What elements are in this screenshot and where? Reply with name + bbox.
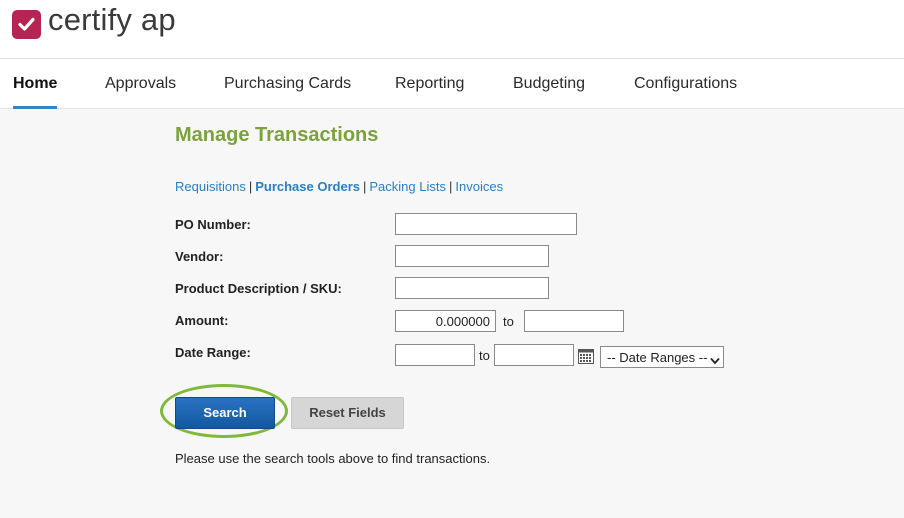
separator: | bbox=[248, 179, 253, 194]
amount-label: Amount: bbox=[175, 313, 229, 328]
main-nav: Home Approvals Purchasing Cards Reportin… bbox=[0, 58, 904, 109]
date-range-preset-value: -- Date Ranges -- bbox=[607, 350, 708, 365]
product-description-input[interactable] bbox=[395, 277, 549, 299]
date-range-label: Date Range: bbox=[175, 345, 251, 360]
separator: | bbox=[448, 179, 453, 194]
amount-to-label: to bbox=[503, 314, 514, 329]
amount-to-input[interactable] bbox=[524, 310, 624, 332]
link-requisitions[interactable]: Requisitions bbox=[175, 179, 246, 194]
date-to-label: to bbox=[479, 348, 490, 363]
date-range-preset-select[interactable]: -- Date Ranges -- bbox=[600, 346, 724, 368]
link-purchase-orders[interactable]: Purchase Orders bbox=[255, 179, 360, 194]
nav-configurations[interactable]: Configurations bbox=[634, 75, 737, 93]
nav-approvals[interactable]: Approvals bbox=[105, 75, 176, 93]
chevron-down-icon bbox=[710, 353, 720, 368]
checkmark-icon bbox=[12, 10, 41, 39]
separator: | bbox=[363, 179, 367, 194]
vendor-label: Vendor: bbox=[175, 249, 224, 264]
search-hint: Please use the search tools above to fin… bbox=[175, 451, 491, 466]
page-title: Manage Transactions bbox=[175, 124, 379, 146]
po-number-input[interactable] bbox=[395, 213, 577, 235]
product-description-label: Product Description / SKU: bbox=[175, 281, 342, 296]
transaction-type-links: Requisitions | Purchase Orders | Packing Lis… bbox=[175, 179, 503, 194]
nav-purchasing-cards[interactable]: Purchasing Cards bbox=[224, 75, 351, 93]
date-to-input[interactable] bbox=[494, 344, 574, 366]
amount-from-input[interactable]: 0.000000 bbox=[395, 310, 496, 332]
link-invoices[interactable]: Invoices bbox=[455, 179, 503, 194]
nav-budgeting[interactable]: Budgeting bbox=[513, 75, 585, 93]
link-packing-lists[interactable]: Packing Lists bbox=[369, 179, 446, 194]
nav-home[interactable]: Home bbox=[13, 75, 57, 93]
search-button[interactable]: Search bbox=[175, 397, 275, 429]
po-number-label: PO Number: bbox=[175, 217, 251, 232]
brand-name: certify ap bbox=[48, 2, 176, 37]
nav-active-indicator bbox=[13, 106, 57, 109]
nav-reporting[interactable]: Reporting bbox=[395, 75, 464, 93]
vendor-input[interactable] bbox=[395, 245, 549, 267]
reset-fields-button[interactable]: Reset Fields bbox=[291, 397, 404, 429]
date-from-input[interactable] bbox=[395, 344, 475, 366]
calendar-icon[interactable] bbox=[578, 348, 594, 364]
header: certify ap Home Approvals Purchasing Car… bbox=[0, 0, 904, 109]
